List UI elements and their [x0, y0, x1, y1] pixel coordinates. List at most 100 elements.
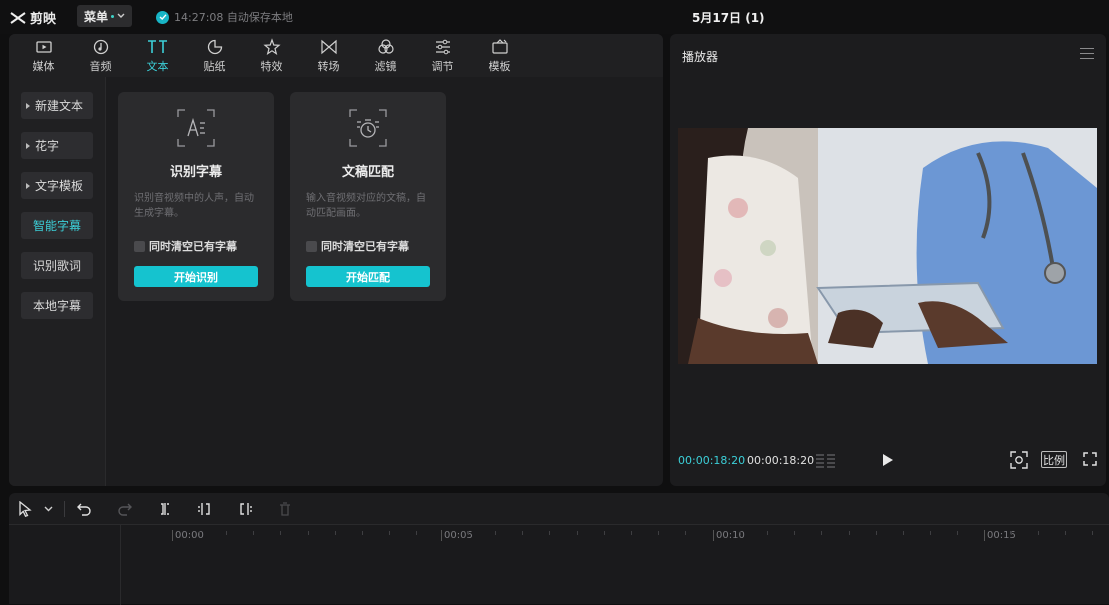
delete-right-button[interactable] — [236, 500, 254, 518]
tab-text[interactable]: 文本 — [129, 34, 186, 77]
tab-media[interactable]: 媒体 — [15, 34, 72, 77]
expand-arrow-icon — [26, 182, 30, 189]
fullscreen-icon[interactable] — [1083, 452, 1097, 466]
speech-recognition-icon — [177, 109, 215, 147]
effects-icon — [262, 37, 281, 55]
sidebar-item-label: 新建文本 — [35, 99, 84, 113]
ruler-minor-tick — [495, 531, 496, 535]
sidebar-item-new-text[interactable]: 新建文本 — [21, 92, 93, 119]
player-panel: 播放器 00:00:18:20 00:00:18:20 比例 — [670, 34, 1106, 486]
checkbox-label: 同时清空已有字幕 — [149, 240, 237, 253]
split-button[interactable] — [156, 500, 174, 518]
tab-label: 音频 — [89, 59, 112, 73]
ruler-minor-tick — [821, 531, 822, 535]
ruler-minor-tick — [849, 531, 850, 535]
tab-label: 媒体 — [32, 59, 55, 73]
notification-dot — [111, 14, 114, 18]
sidebar-item-text-template[interactable]: 文字模板 — [21, 172, 93, 199]
checkbox-box[interactable] — [134, 240, 145, 252]
cursor-icon — [19, 501, 32, 517]
tab-label: 调节 — [431, 59, 454, 73]
menu-label: 菜单 — [83, 9, 108, 24]
card-description: 输入音视频对应的文稿，自动匹配画面。 — [306, 193, 426, 219]
chevron-down-icon — [117, 13, 125, 18]
tab-label: 转场 — [317, 59, 340, 73]
sidebar-item-label: 识别歌词 — [32, 259, 81, 273]
ruler-minor-tick — [522, 531, 523, 535]
expand-arrow-icon — [26, 142, 30, 149]
undo-button[interactable] — [75, 500, 93, 518]
adjust-icon — [435, 39, 450, 54]
ruler-minor-tick — [468, 531, 469, 535]
ruler-minor-tick — [308, 531, 309, 535]
trim-left-icon — [198, 503, 210, 515]
check-icon — [156, 10, 169, 24]
trim-right-icon — [240, 503, 252, 515]
hamburger-menu-icon[interactable] — [1080, 48, 1094, 59]
app-name: 剪映 — [30, 12, 57, 27]
ruler-minor-tick — [794, 531, 795, 535]
card-title: 文稿匹配 — [341, 165, 394, 180]
clear-existing-subtitles-checkbox[interactable]: 同时清空已有字幕 — [134, 238, 237, 254]
filter-icon — [377, 38, 394, 54]
ruler-minor-tick — [876, 531, 877, 535]
audio-icon — [93, 39, 108, 54]
sidebar-item-fancy-text[interactable]: 花字 — [21, 132, 93, 159]
sidebar-item-lyrics[interactable]: 识别歌词 — [21, 252, 93, 279]
checkbox-label: 同时清空已有字幕 — [321, 240, 409, 253]
select-tool-button[interactable] — [16, 500, 34, 518]
ruler-minor-tick — [930, 531, 931, 535]
ruler-minor-tick — [685, 531, 686, 535]
materials-panel: 媒体 音频 文本 贴纸 特效 转场 滤镜 调节 模板 新建文本 花字 文字模板 … — [9, 34, 663, 486]
ruler-minor-tick — [767, 531, 768, 535]
ruler-minor-tick — [658, 531, 659, 535]
project-title: 5月17日 (1) — [692, 11, 765, 25]
ruler-minor-tick — [416, 531, 417, 535]
start-recognition-button[interactable]: 开始识别 — [134, 266, 258, 287]
timeline-area[interactable]: 00:00 00:05 00:10 00:15 — [9, 524, 1109, 605]
ruler-minor-tick — [549, 531, 550, 535]
fit-screen-icon[interactable] — [1010, 451, 1028, 469]
delete-button[interactable] — [276, 500, 294, 518]
ruler-minor-tick — [1092, 531, 1093, 535]
ruler-tick — [441, 530, 442, 541]
ruler-tick — [172, 530, 173, 541]
ruler-tick — [713, 530, 714, 541]
total-timecode: 00:00:18:20 — [747, 454, 815, 467]
text-sidebar: 新建文本 花字 文字模板 智能字幕 识别歌词 本地字幕 — [9, 77, 106, 486]
tab-sticker[interactable]: 贴纸 — [186, 34, 243, 77]
ruler-tick — [984, 530, 985, 541]
tab-effects[interactable]: 特效 — [243, 34, 300, 77]
ruler-minor-tick — [631, 531, 632, 535]
tab-filter[interactable]: 滤镜 — [357, 34, 414, 77]
sidebar-item-local-subtitles[interactable]: 本地字幕 — [21, 292, 93, 319]
ruler-minor-tick — [577, 531, 578, 535]
delete-left-button[interactable] — [196, 500, 214, 518]
sidebar-item-smart-subtitles[interactable]: 智能字幕 — [21, 212, 93, 239]
autosave-status: 14:27:08 自动保存本地 — [156, 9, 293, 25]
script-match-card: 文稿匹配 输入音视频对应的文稿，自动匹配画面。 同时清空已有字幕 开始匹配 — [290, 92, 446, 301]
tool-mode-dropdown[interactable] — [39, 500, 57, 518]
tab-adjust[interactable]: 调节 — [414, 34, 471, 77]
start-matching-button[interactable]: 开始匹配 — [306, 266, 430, 287]
tab-template[interactable]: 模板 — [471, 34, 528, 77]
aspect-ratio-button[interactable]: 比例 — [1041, 451, 1067, 468]
tab-transition[interactable]: 转场 — [300, 34, 357, 77]
recognize-subtitles-card: 识别字幕 识别音视频中的人声，自动生成字幕。 同时清空已有字幕 开始识别 — [118, 92, 274, 301]
checkbox-box[interactable] — [306, 240, 317, 252]
ruler-minor-tick — [362, 531, 363, 535]
play-icon[interactable] — [882, 453, 894, 467]
text-icon — [147, 39, 167, 53]
transition-icon — [320, 39, 337, 54]
sidebar-item-label: 花字 — [35, 139, 60, 153]
video-preview[interactable] — [678, 128, 1097, 364]
ruler-minor-tick — [1038, 531, 1039, 535]
track-header-column — [9, 525, 121, 605]
menu-button[interactable]: 菜单 — [77, 5, 132, 27]
template-icon — [491, 38, 508, 54]
clear-existing-subtitles-checkbox[interactable]: 同时清空已有字幕 — [306, 238, 409, 254]
ruler-minor-tick — [199, 531, 200, 535]
split-icon — [161, 503, 169, 515]
tab-audio[interactable]: 音频 — [72, 34, 129, 77]
redo-button[interactable] — [116, 500, 134, 518]
